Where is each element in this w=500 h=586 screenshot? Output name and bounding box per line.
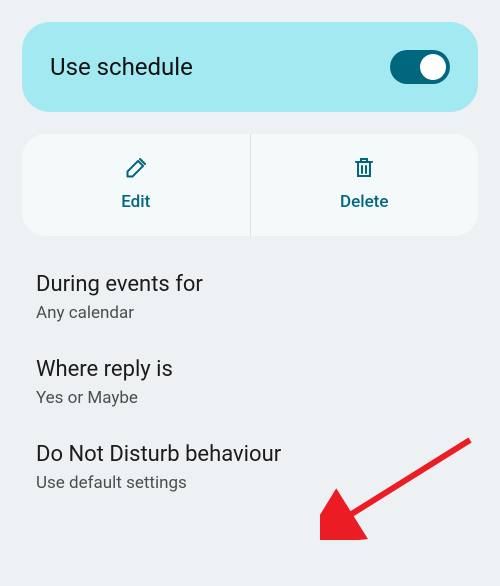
setting-where-reply[interactable]: Where reply is Yes or Maybe <box>22 357 478 442</box>
setting-subtitle: Use default settings <box>36 473 464 493</box>
action-row: Edit Delete <box>22 134 478 236</box>
setting-title: Where reply is <box>36 357 464 382</box>
delete-label: Delete <box>340 192 388 212</box>
use-schedule-card: Use schedule <box>22 22 478 112</box>
setting-title: During events for <box>36 272 464 297</box>
delete-button[interactable]: Delete <box>251 134 479 236</box>
edit-label: Edit <box>121 192 150 212</box>
use-schedule-toggle[interactable] <box>390 50 450 84</box>
toggle-thumb <box>420 54 446 80</box>
pencil-icon <box>124 156 148 180</box>
setting-subtitle: Any calendar <box>36 303 464 323</box>
setting-dnd-behaviour[interactable]: Do Not Disturb behaviour Use default set… <box>22 442 478 527</box>
setting-subtitle: Yes or Maybe <box>36 388 464 408</box>
use-schedule-label: Use schedule <box>50 53 193 81</box>
edit-button[interactable]: Edit <box>22 134 251 236</box>
setting-during-events[interactable]: During events for Any calendar <box>22 272 478 357</box>
setting-title: Do Not Disturb behaviour <box>36 442 464 467</box>
trash-icon <box>352 156 376 180</box>
